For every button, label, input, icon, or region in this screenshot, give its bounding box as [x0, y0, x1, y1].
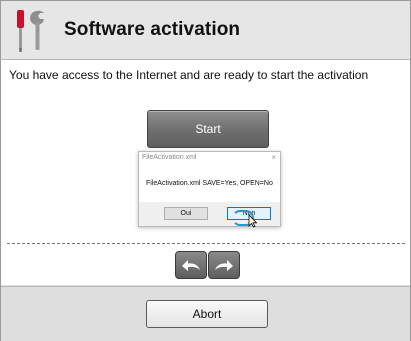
- forward-button[interactable]: [208, 251, 240, 279]
- activation-window: Software activation You have access to t…: [0, 0, 411, 341]
- file-dialog: FileActivation.xml × FileActivation.xml …: [138, 151, 281, 228]
- start-button[interactable]: Start: [147, 110, 269, 148]
- dashed-divider: [7, 243, 405, 244]
- status-message: You have access to the Internet and are …: [9, 68, 369, 82]
- main-panel: You have access to the Internet and are …: [1, 60, 410, 285]
- window-header: Software activation: [1, 1, 410, 60]
- tools-icon: [17, 10, 44, 52]
- yes-button[interactable]: Oui: [164, 207, 208, 220]
- dialog-title: FileActivation.xml: [142, 154, 197, 161]
- abort-button[interactable]: Abort: [146, 300, 268, 328]
- mouse-cursor-icon: [248, 214, 258, 228]
- forward-arrow-icon: [215, 260, 233, 271]
- dialog-footer: Oui Non: [139, 202, 280, 226]
- window-footer: Abort: [1, 286, 410, 341]
- window-title: Software activation: [64, 19, 241, 40]
- back-button[interactable]: [175, 251, 207, 279]
- dialog-message: FileActivation.xml SAVE=Yes, OPEN=No: [146, 180, 273, 187]
- back-arrow-icon: [182, 260, 200, 271]
- dialog-close-icon[interactable]: ×: [271, 153, 276, 162]
